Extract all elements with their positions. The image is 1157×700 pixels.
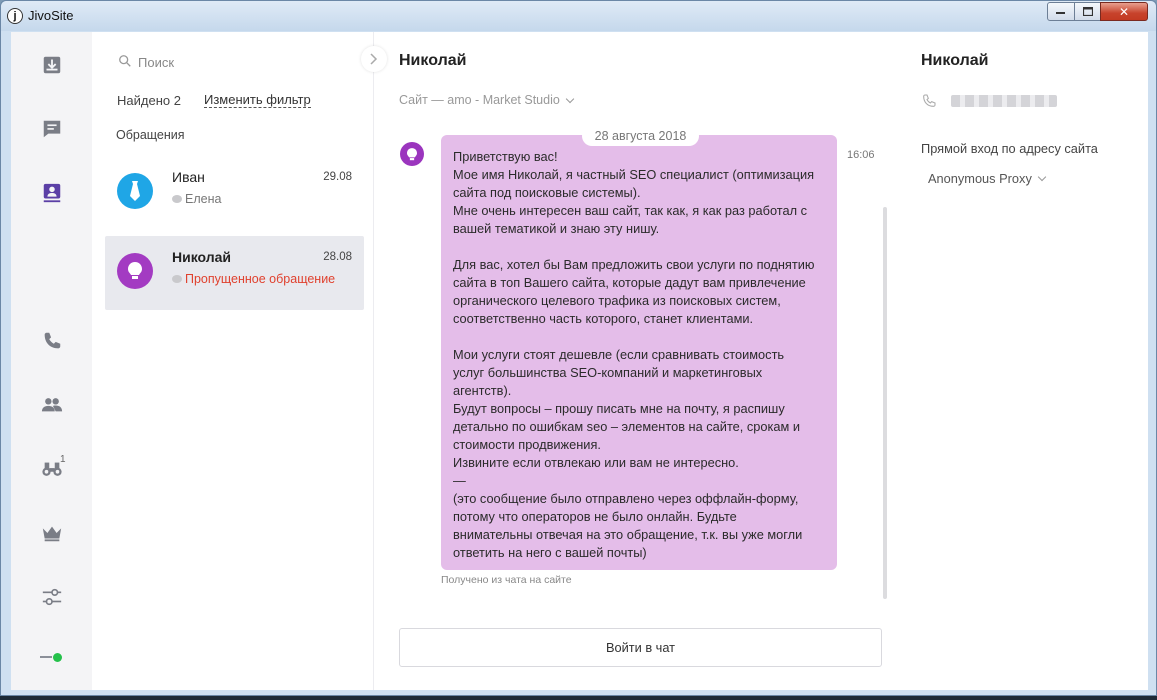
message-meta: Получено из чата на сайте xyxy=(441,574,572,586)
message-line: Для вас, хотел бы Вам предложить свои ус… xyxy=(453,257,815,272)
chat-title: Николай xyxy=(399,52,467,69)
conversation-subtitle: Пропущенное обращение xyxy=(172,272,335,286)
conversation-name: Николай xyxy=(172,249,232,265)
site-selector[interactable]: Сайт — amo - Market Studio xyxy=(399,93,575,107)
left-nav: 1 xyxy=(11,32,92,690)
app-client-area: 1 Найдено 2 Изменить фильтр Обращения Ив… xyxy=(11,32,1148,690)
conversation-item-selected[interactable]: Николай 28.08 Пропущенное обращение xyxy=(105,236,364,310)
inbox-icon xyxy=(43,56,61,74)
minimize-button[interactable] xyxy=(1047,2,1075,21)
monitoring-badge: 1 xyxy=(60,454,66,465)
app-logo-icon: j xyxy=(7,8,23,24)
close-button[interactable]: ✕ xyxy=(1100,2,1148,21)
message-line: ответить на него с вашей почты) xyxy=(453,545,647,560)
visitor-info-panel: Николай Прямой вход по адресу сайта Anon… xyxy=(895,32,1148,690)
nav-team[interactable] xyxy=(39,392,65,418)
settings-sliders-icon xyxy=(42,588,62,606)
nav-inbox[interactable] xyxy=(39,52,65,78)
phone-icon xyxy=(44,332,61,349)
window-title: JivoSite xyxy=(28,8,74,23)
message-line: стоимости продвижения. xyxy=(453,437,601,452)
conversation-operator: Елена xyxy=(185,192,222,206)
message-line: внимательны отвечая на это обращение, т.… xyxy=(453,527,803,542)
conversation-date: 28.08 xyxy=(323,251,352,263)
avatar xyxy=(117,173,153,209)
phone-number-redacted xyxy=(951,95,1057,107)
online-status-dot[interactable] xyxy=(53,653,62,662)
search-icon xyxy=(119,55,131,67)
chat-panel: Николай Сайт — amo - Market Studio Приве… xyxy=(361,32,895,690)
message-line: Будут вопросы – прошу писать мне на почт… xyxy=(453,401,785,416)
conversation-item[interactable]: Иван 29.08 Елена xyxy=(105,156,364,230)
message-line: услуг большинства SEO-компаний и маркети… xyxy=(453,365,763,380)
nav-chats[interactable] xyxy=(39,116,65,142)
site-source-label: Сайт — amo - Market Studio xyxy=(399,93,560,107)
message-line xyxy=(453,328,825,346)
tie-icon xyxy=(130,181,140,201)
entry-source-label: Прямой вход по адресу сайта xyxy=(921,141,1098,156)
message-line: сайта в топ Вашего сайта, которые дадут … xyxy=(453,275,806,290)
join-chat-button[interactable]: Войти в чат xyxy=(399,628,882,667)
chevron-right-icon xyxy=(370,53,378,65)
visitors-icon xyxy=(43,183,61,203)
section-label: Обращения xyxy=(116,128,185,142)
message-time: 16:06 xyxy=(847,149,875,161)
missed-conversation-label: Пропущенное обращение xyxy=(185,272,336,286)
minimize-icon xyxy=(1056,11,1065,14)
message-line: Мое имя Николай, я частный SEO специалис… xyxy=(453,167,815,182)
message-line: сайта под поисковые системы). xyxy=(453,185,641,200)
title-bar[interactable]: j JivoSite ✕ xyxy=(1,1,1156,31)
collapse-list-button[interactable] xyxy=(361,46,387,72)
message-line: (это сообщение было отправлено через офф… xyxy=(453,491,799,506)
chevron-down-icon xyxy=(565,94,575,103)
chat-scrollbar[interactable] xyxy=(883,207,887,599)
proxy-selector[interactable]: Anonymous Proxy xyxy=(928,171,1047,186)
avatar xyxy=(117,253,153,289)
message-line: агентств). xyxy=(453,383,512,398)
change-filter-link[interactable]: Изменить фильтр xyxy=(204,93,311,108)
maximize-icon xyxy=(1082,7,1093,16)
nav-settings[interactable] xyxy=(39,584,65,610)
message-line: органического целевого трафика из поиско… xyxy=(453,293,781,308)
maximize-button[interactable] xyxy=(1074,2,1101,21)
message-bubble: Приветствую вас! Мое имя Николай, я частн… xyxy=(441,135,837,570)
conversation-name: Иван xyxy=(172,169,205,185)
crown-icon xyxy=(42,526,62,542)
nav-premium[interactable] xyxy=(39,520,65,546)
chat-icon xyxy=(43,120,61,138)
chevron-down-icon xyxy=(1037,172,1047,182)
message-line: Приветствую вас! xyxy=(453,149,558,164)
lightbulb-icon xyxy=(128,262,142,279)
message-line: потому что операторов не было онлайн. Бу… xyxy=(453,509,737,524)
message-bubble-icon xyxy=(172,275,182,283)
message-bubble-icon xyxy=(172,195,182,203)
message-line: Извините если отвлекаю или вам не интере… xyxy=(453,455,739,470)
message-line: Мне очень интересен ваш сайт, так как, я… xyxy=(453,203,808,218)
team-icon xyxy=(41,398,63,412)
status-toggle-line[interactable] xyxy=(40,656,52,658)
search-input[interactable] xyxy=(138,52,338,72)
date-separator: 28 августа 2018 xyxy=(582,126,699,146)
message-line: — xyxy=(453,473,466,488)
found-count: Найдено 2 xyxy=(117,93,181,108)
close-icon: ✕ xyxy=(1118,4,1130,19)
message-line: соответственно часть которого, станет кл… xyxy=(453,311,754,326)
sender-avatar xyxy=(400,142,424,166)
conversation-subtitle: Елена xyxy=(172,192,221,206)
message-line: вашей тематикой и знаю эту нишу. xyxy=(453,221,660,236)
message-line: детально по ошибкам seo – элементов на с… xyxy=(453,419,801,434)
lightbulb-icon xyxy=(407,147,417,160)
visitor-name: Николай xyxy=(921,52,989,69)
conversation-date: 29.08 xyxy=(323,171,352,183)
nav-calls[interactable] xyxy=(39,328,65,354)
nav-visitors[interactable] xyxy=(39,180,65,206)
message-line xyxy=(453,238,825,256)
message-line: Мои услуги стоят дешевле (если сравниват… xyxy=(453,347,785,362)
proxy-label: Anonymous Proxy xyxy=(928,171,1032,186)
app-window: j JivoSite ✕ 1 Поиск Найдено 2 Изменить … xyxy=(0,0,1157,696)
phone-icon xyxy=(923,94,936,107)
conversation-list-panel: Найдено 2 Изменить фильтр Обращения Иван… xyxy=(92,32,373,690)
